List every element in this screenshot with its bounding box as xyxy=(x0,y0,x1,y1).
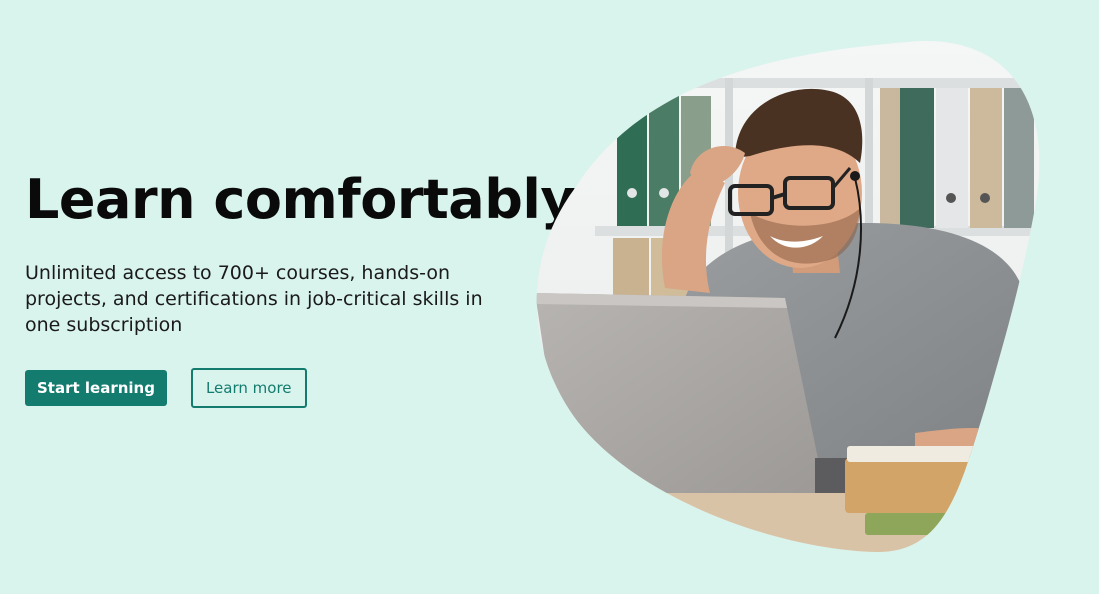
learn-more-button[interactable]: Learn more xyxy=(190,368,307,408)
hero-section: Learn comfortably Unlimited access to 70… xyxy=(0,0,1099,594)
hero-title: Learn comfortably xyxy=(25,168,576,231)
hero-copy: Learn comfortably Unlimited access to 70… xyxy=(25,168,576,408)
hero-image xyxy=(536,41,1040,553)
hero-subtitle: Unlimited access to 700+ courses, hands-… xyxy=(25,262,483,336)
hero-actions: Start learning Learn more xyxy=(25,368,545,408)
start-learning-button[interactable]: Start learning xyxy=(25,370,167,406)
